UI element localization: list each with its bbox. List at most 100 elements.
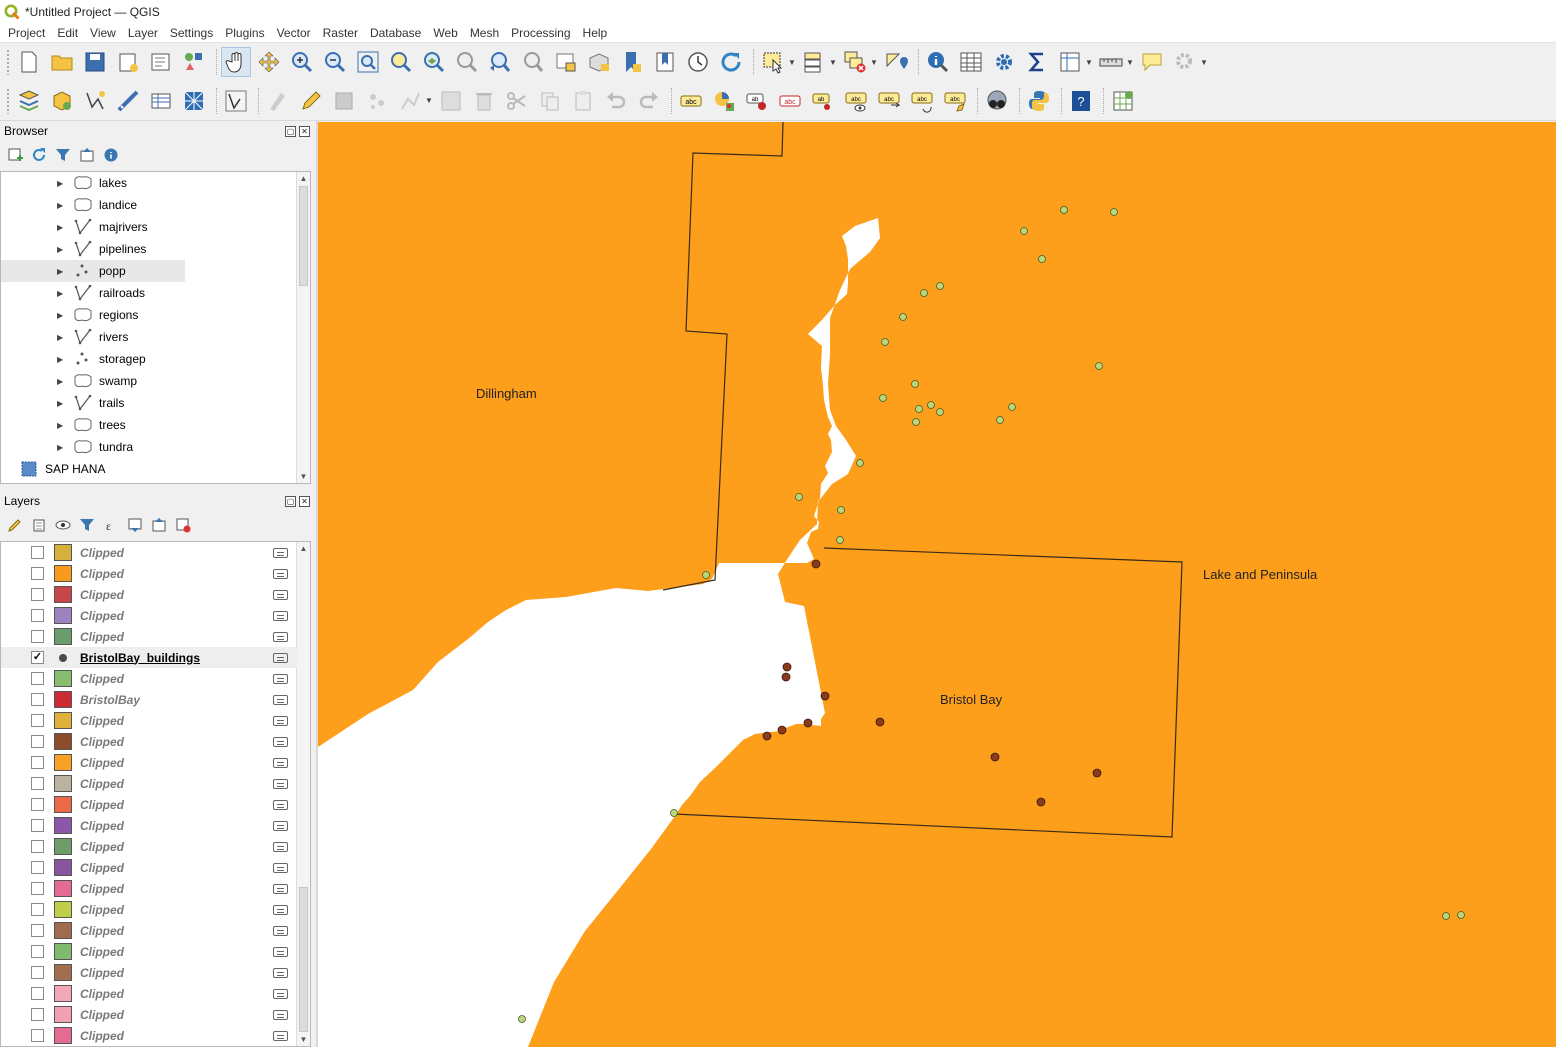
menu-vector[interactable]: Vector — [271, 26, 317, 40]
measure-line-button[interactable] — [1096, 47, 1126, 77]
layer-labeling-button[interactable]: abc — [676, 86, 706, 116]
layer-diagram-button[interactable] — [709, 86, 739, 116]
layer-row[interactable]: Clipped — [1, 542, 297, 563]
expand-arrow-icon[interactable]: ▶ — [57, 223, 67, 232]
layer-indicator-icon[interactable] — [273, 652, 288, 663]
filter-browser-button[interactable] — [54, 146, 72, 164]
collapse-all-layers-button[interactable] — [150, 516, 168, 534]
float-panel-icon[interactable]: ▢ — [285, 125, 296, 137]
layer-indicator-icon[interactable] — [273, 799, 288, 810]
layout-manager-button[interactable] — [146, 47, 176, 77]
layer-visibility-checkbox[interactable] — [31, 735, 44, 748]
attribute-table-button[interactable] — [956, 47, 986, 77]
zoom-native-button[interactable] — [452, 47, 482, 77]
filter-by-expression-button[interactable]: ε — [102, 516, 120, 534]
browser-item-rivers[interactable]: ▶ rivers — [1, 326, 297, 348]
expand-arrow-icon[interactable]: ▶ — [57, 267, 67, 276]
menu-database[interactable]: Database — [364, 26, 427, 40]
layer-visibility-checkbox[interactable] — [31, 840, 44, 853]
layer-row[interactable]: Clipped — [1, 584, 297, 605]
digitize-layer-button[interactable] — [221, 86, 251, 116]
locator-button[interactable] — [1170, 47, 1200, 77]
new-bookmark-button[interactable] — [617, 47, 647, 77]
layer-indicator-icon[interactable] — [273, 589, 288, 600]
properties-button[interactable] — [102, 146, 120, 164]
refresh-button[interactable] — [716, 47, 746, 77]
layer-row[interactable]: Clipped — [1, 773, 297, 794]
layer-row[interactable]: Clipped — [1, 836, 297, 857]
layer-row[interactable]: Clipped — [1, 899, 297, 920]
delete-selected-button[interactable] — [469, 86, 499, 116]
expand-arrow-icon[interactable]: ▶ — [57, 311, 67, 320]
undo-button[interactable] — [601, 86, 631, 116]
show-bookmarks-button[interactable] — [650, 47, 680, 77]
new-project-button[interactable] — [14, 47, 44, 77]
layer-indicator-icon[interactable] — [273, 1009, 288, 1020]
identify-features-button[interactable] — [923, 47, 953, 77]
open-field-calculator-button[interactable] — [1055, 47, 1085, 77]
layer-indicator-icon[interactable] — [273, 988, 288, 999]
redo-button[interactable] — [634, 86, 664, 116]
layer-indicator-icon[interactable] — [273, 673, 288, 684]
plugin-button[interactable] — [1108, 86, 1138, 116]
layer-row[interactable]: BristolBay — [1, 689, 297, 710]
filter-legend-button[interactable] — [78, 516, 96, 534]
layer-visibility-checkbox[interactable] — [31, 987, 44, 1000]
layer-visibility-checkbox[interactable] — [31, 945, 44, 958]
layer-visibility-checkbox[interactable] — [31, 546, 44, 559]
zoom-full-button[interactable] — [353, 47, 383, 77]
menu-view[interactable]: View — [84, 26, 122, 40]
layer-row[interactable]: Clipped — [1, 710, 297, 731]
change-label-button[interactable]: abc — [940, 86, 970, 116]
expand-arrow-icon[interactable]: ▶ — [57, 355, 67, 364]
chevron-down-icon[interactable]: ▼ — [1126, 58, 1134, 67]
toolbar-grip[interactable] — [6, 49, 10, 75]
layer-indicator-icon[interactable] — [273, 547, 288, 558]
layer-visibility-checkbox[interactable] — [31, 903, 44, 916]
layer-row[interactable]: Clipped — [1, 731, 297, 752]
remove-layer-button[interactable] — [174, 516, 192, 534]
new-print-layout-button[interactable] — [113, 47, 143, 77]
select-features-button[interactable] — [758, 47, 788, 77]
menu-plugins[interactable]: Plugins — [219, 26, 270, 40]
layer-indicator-icon[interactable] — [273, 925, 288, 936]
layer-indicator-icon[interactable] — [273, 568, 288, 579]
browser-tree[interactable]: ▲ ▼ ▶ lakes ▶ landice ▶ majrivers ▶ pipelines ▶ p… — [0, 171, 311, 484]
expand-arrow-icon[interactable]: ▶ — [57, 289, 67, 298]
expand-arrow-icon[interactable]: ▶ — [57, 377, 67, 386]
scroll-down-icon[interactable]: ▼ — [297, 470, 310, 483]
layer-indicator-icon[interactable] — [273, 778, 288, 789]
layer-row[interactable]: Clipped — [1, 878, 297, 899]
layers-tree[interactable]: ▲ ▼ Clipped Clipped Clipped Clipped Clipped ✓… — [0, 541, 311, 1047]
highlight-pinned-labels-button[interactable]: ab — [742, 86, 772, 116]
layer-indicator-icon[interactable] — [273, 1030, 288, 1041]
show-hide-label-button[interactable]: abc — [841, 86, 871, 116]
style-panel-button[interactable] — [6, 516, 24, 534]
layer-visibility-checkbox[interactable] — [31, 567, 44, 580]
layer-indicator-icon[interactable] — [273, 967, 288, 978]
expand-arrow-icon[interactable]: ▶ — [57, 443, 67, 452]
zoom-in-button[interactable] — [287, 47, 317, 77]
expand-arrow-icon[interactable]: ▶ — [57, 201, 67, 210]
open-project-button[interactable] — [47, 47, 77, 77]
statistical-summary-button[interactable] — [1022, 47, 1052, 77]
pan-map-button[interactable] — [221, 47, 251, 77]
layer-indicator-icon[interactable] — [273, 610, 288, 621]
zoom-to-selection-button[interactable] — [386, 47, 416, 77]
layer-visibility-checkbox[interactable] — [31, 882, 44, 895]
copy-features-button[interactable] — [535, 86, 565, 116]
show-hide-labels-button[interactable]: abc — [775, 86, 805, 116]
browser-item-majrivers[interactable]: ▶ majrivers — [1, 216, 297, 238]
add-layers-button[interactable] — [6, 146, 24, 164]
layer-indicator-icon[interactable] — [273, 820, 288, 831]
new-3d-map-view-button[interactable] — [584, 47, 614, 77]
vertex-tool-button[interactable] — [395, 86, 425, 116]
save-edits-button[interactable] — [329, 86, 359, 116]
layer-row[interactable]: Clipped — [1, 983, 297, 1004]
layer-visibility-checkbox[interactable] — [31, 1029, 44, 1042]
chevron-down-icon[interactable]: ▼ — [829, 58, 837, 67]
expand-arrow-icon[interactable]: ▶ — [57, 421, 67, 430]
layer-visibility-checkbox[interactable] — [31, 798, 44, 811]
menu-mesh[interactable]: Mesh — [464, 26, 505, 40]
layer-row[interactable]: Clipped — [1, 563, 297, 584]
